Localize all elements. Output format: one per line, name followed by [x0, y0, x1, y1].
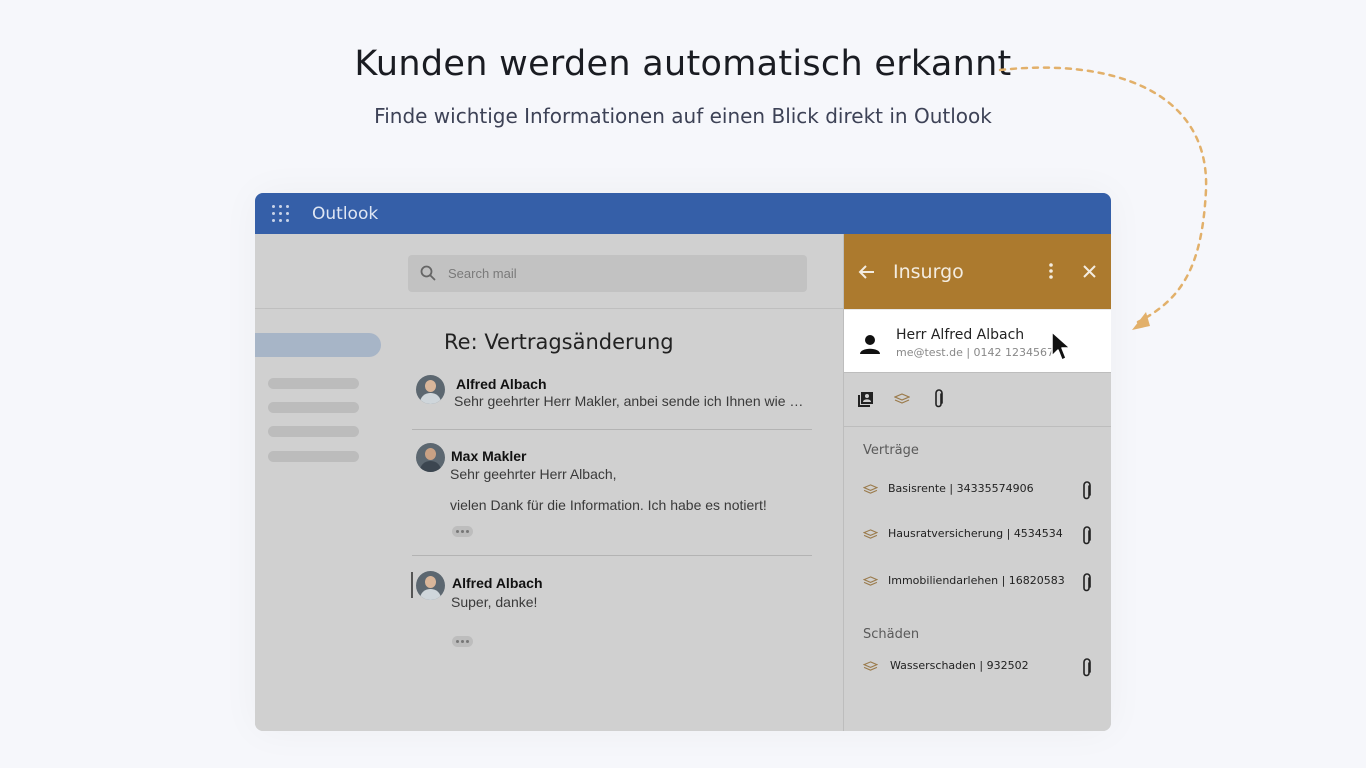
message-body: vielen Dank für die Information. Ich hab…	[450, 497, 767, 513]
paperclip-icon[interactable]	[934, 389, 944, 409]
message-divider	[412, 555, 812, 556]
avatar	[416, 375, 445, 404]
app-title: Outlook	[312, 204, 379, 224]
avatar	[416, 571, 445, 600]
contact-info: me@test.de | 0142 1234567	[896, 346, 1055, 359]
search-placeholder: Search mail	[448, 266, 517, 281]
contract-item[interactable]: Basisrente | 34335574906	[888, 482, 1034, 495]
nav-item[interactable]	[268, 426, 359, 437]
more-vertical-icon[interactable]	[1047, 262, 1055, 280]
insurgo-panel: Insurgo Herr Alfred Albach me@test.de | …	[843, 234, 1111, 731]
damages-label: Schäden	[863, 627, 920, 642]
back-arrow-icon[interactable]	[858, 263, 876, 281]
close-icon[interactable]	[1082, 264, 1097, 279]
insurgo-title: Insurgo	[893, 261, 964, 283]
nav-item[interactable]	[268, 378, 359, 389]
paperclip-icon[interactable]	[1082, 573, 1092, 593]
panel-toolbar	[844, 373, 1111, 427]
damage-item[interactable]: Wasserschaden | 932502	[890, 659, 1029, 672]
contact-card[interactable]: Herr Alfred Albach me@test.de | 0142 123…	[844, 309, 1111, 373]
insurgo-header: Insurgo	[844, 234, 1111, 309]
more-dots-icon[interactable]	[452, 526, 473, 537]
layers-icon[interactable]	[894, 393, 910, 405]
message-preview: Sehr geehrter Herr Albach,	[450, 466, 617, 482]
paperclip-icon[interactable]	[1082, 658, 1092, 678]
contract-item[interactable]: Immobiliendarlehen | 16820583	[888, 574, 1065, 587]
layers-icon	[863, 661, 878, 671]
paperclip-icon[interactable]	[1082, 526, 1092, 546]
message-sender: Max Makler	[451, 448, 527, 464]
avatar	[416, 443, 445, 472]
message-sender: Alfred Albach	[452, 575, 543, 591]
selection-marker	[411, 572, 413, 598]
message-sender: Alfred Albach	[456, 376, 547, 392]
contract-item[interactable]: Hausratversicherung | 4534534	[888, 527, 1063, 540]
search-icon	[420, 265, 436, 281]
contracts-label: Verträge	[863, 443, 919, 458]
outlook-top-bar: Outlook	[255, 193, 1111, 234]
more-dots-icon[interactable]	[452, 636, 473, 647]
layers-icon	[863, 576, 878, 586]
search-input[interactable]: Search mail	[408, 255, 807, 292]
outlook-window: Outlook Search mail Re: Vertragsänderung…	[255, 193, 1111, 731]
thread-subject: Re: Vertragsänderung	[444, 330, 674, 354]
app-launcher-icon[interactable]	[272, 205, 290, 223]
mail-toolbar: Search mail	[255, 234, 843, 309]
layers-icon	[863, 484, 878, 494]
person-icon	[860, 335, 880, 354]
nav-item[interactable]	[268, 451, 359, 462]
mail-area: Search mail Re: Vertragsänderung Alfred …	[255, 234, 843, 731]
layers-icon	[863, 529, 878, 539]
mouse-cursor-icon	[1051, 331, 1071, 361]
message-preview[interactable]: Sehr geehrter Herr Makler, anbei sende i…	[454, 393, 803, 409]
message-preview: Super, danke!	[451, 594, 538, 610]
nav-item-active[interactable]	[255, 333, 381, 357]
contact-book-icon[interactable]	[857, 391, 874, 408]
contact-name: Herr Alfred Albach	[896, 327, 1025, 343]
nav-item[interactable]	[268, 402, 359, 413]
message-divider	[412, 429, 812, 430]
paperclip-icon[interactable]	[1082, 481, 1092, 501]
